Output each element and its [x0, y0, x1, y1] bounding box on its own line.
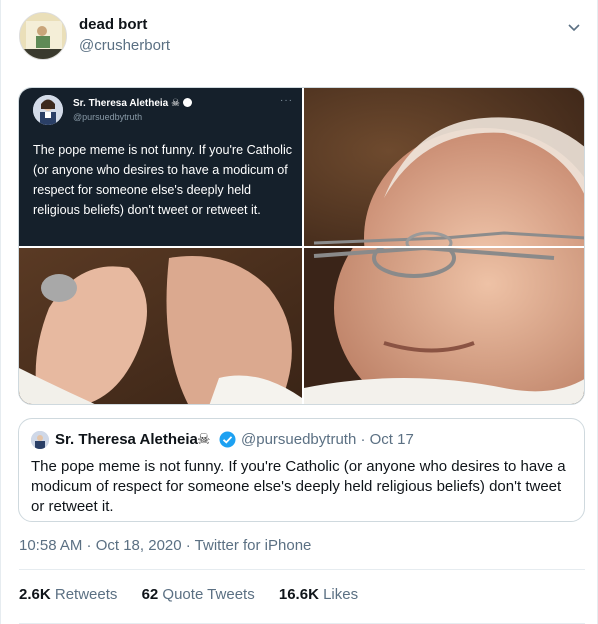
quote-tweets-stat[interactable]: 62 Quote Tweets — [142, 586, 255, 603]
meta-separator: · — [181, 537, 195, 554]
chevron-down-icon[interactable] — [565, 18, 583, 36]
tweet-header: dead bort @crusherbort — [19, 12, 589, 64]
screenshot-display-name: Sr. Theresa Aletheia ☠ — [73, 97, 192, 109]
avatar[interactable] — [19, 12, 67, 60]
tweet-timestamp-source: 10:58 AM · Oct 18, 2020 · Twitter for iP… — [19, 537, 311, 554]
divider — [19, 569, 585, 570]
media-grid: Sr. Theresa Aletheia ☠ @pursuedbytruth ·… — [18, 87, 585, 405]
tweet-source[interactable]: Twitter for iPhone — [195, 537, 312, 554]
media-image-pope-face-top[interactable] — [304, 88, 584, 246]
display-name[interactable]: dead bort — [79, 16, 147, 33]
media-image-tweet-screenshot[interactable]: Sr. Theresa Aletheia ☠ @pursuedbytruth ·… — [19, 88, 302, 246]
tweet-timestamp[interactable]: 10:58 AM · Oct 18, 2020 — [19, 537, 182, 554]
user-handle[interactable]: @crusherbort — [79, 37, 170, 54]
screenshot-tweet-header: Sr. Theresa Aletheia ☠ @pursuedbytruth ·… — [33, 95, 293, 129]
verified-badge-icon — [182, 97, 192, 107]
quoted-tweet[interactable]: Sr. Theresa Aletheia ☠ @pursuedbytruth ·… — [18, 418, 585, 522]
screenshot-handle: @pursuedbytruth — [73, 112, 143, 122]
media-image-hands[interactable] — [19, 248, 302, 404]
media-image-pope-face-bottom[interactable] — [304, 248, 584, 404]
more-icon: ··· — [280, 95, 293, 106]
engagement-stats: 2.6K Retweets 62 Quote Tweets 16.6K Like… — [19, 586, 378, 603]
likes-stat[interactable]: 16.6K Likes — [279, 586, 358, 603]
quoted-tweet-text: The pope meme is not funny. If you're Ca… — [31, 458, 566, 515]
quoted-display-name: Sr. Theresa Aletheia — [55, 431, 198, 448]
quoted-avatar — [31, 431, 49, 449]
verified-badge-icon — [219, 431, 236, 448]
screenshot-tweet-text: The pope meme is not funny. If you're Ca… — [33, 143, 293, 217]
retweets-stat[interactable]: 2.6K Retweets — [19, 586, 117, 603]
tweet-card: dead bort @crusherbort Sr. Theresa Aleth… — [0, 0, 598, 624]
screenshot-avatar — [33, 95, 63, 125]
skull-emoji: ☠ — [197, 431, 211, 448]
quoted-handle-date: @pursuedbytruth · Oct 17 — [241, 431, 414, 448]
